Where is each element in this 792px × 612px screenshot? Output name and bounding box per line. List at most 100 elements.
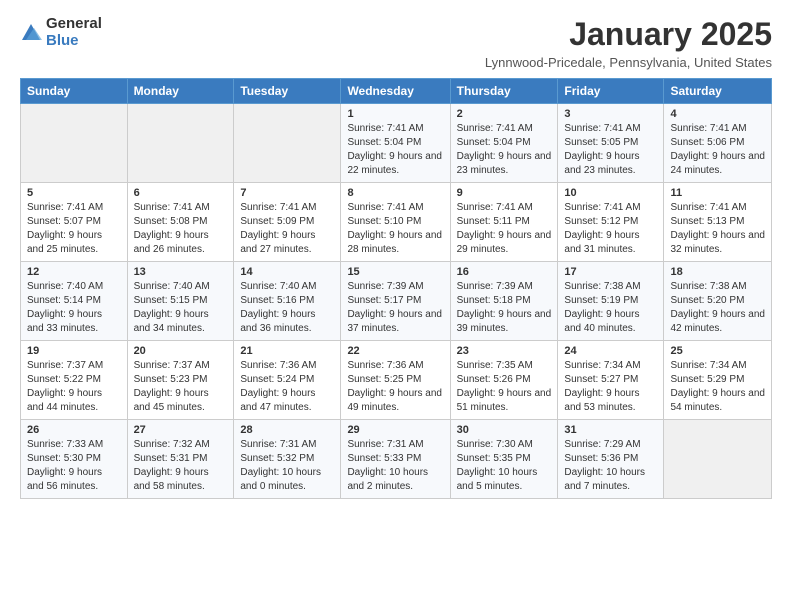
day-info: Sunrise: 7:35 AM Sunset: 5:26 PM Dayligh…: [457, 359, 552, 415]
day-cell: 23Sunrise: 7:35 AM Sunset: 5:26 PM Dayli…: [450, 341, 558, 420]
day-header-tuesday: Tuesday: [234, 79, 341, 104]
day-info: Sunrise: 7:39 AM Sunset: 5:18 PM Dayligh…: [457, 280, 552, 336]
day-header-wednesday: Wednesday: [341, 79, 450, 104]
logo-icon: [20, 22, 42, 44]
day-cell: [127, 104, 234, 183]
title-block: January 2025 Lynnwood-Pricedale, Pennsyl…: [485, 16, 772, 70]
day-number: 6: [134, 187, 228, 199]
day-number: 26: [27, 424, 121, 436]
day-cell: 9 Sunrise: 7:41 AM Sunset: 5:11 PM Daylig…: [450, 183, 558, 262]
day-cell: 5Sunrise: 7:41 AM Sunset: 5:07 PM Daylig…: [21, 183, 128, 262]
day-number: 16: [457, 266, 552, 278]
day-cell: 30 Sunrise: 7:30 AM Sunset: 5:35 PM Dayli…: [450, 420, 558, 499]
day-info: Sunrise: 7:40 AM Sunset: 5:14 PM Dayligh…: [27, 280, 121, 336]
day-info: Sunrise: 7:34 AM Sunset: 5:27 PM Dayligh…: [564, 359, 657, 415]
day-cell: 2 Sunrise: 7:41 AM Sunset: 5:04 PM Daylig…: [450, 104, 558, 183]
day-number: 3: [564, 108, 657, 120]
day-info: Sunrise: 7:37 AM Sunset: 5:23 PM Dayligh…: [134, 359, 228, 415]
day-number: 11: [670, 187, 765, 199]
day-number: 2: [457, 108, 552, 120]
day-cell: 18 Sunrise: 7:38 AM Sunset: 5:20 PM Dayli…: [664, 262, 772, 341]
calendar-page: General Blue January 2025 Lynnwood-Price…: [0, 0, 792, 515]
day-number: 8: [347, 187, 443, 199]
day-cell: 29 Sunrise: 7:31 AM Sunset: 5:33 PM Dayli…: [341, 420, 450, 499]
day-cell: 22Sunrise: 7:36 AM Sunset: 5:25 PM Dayli…: [341, 341, 450, 420]
day-cell: 17 Sunrise: 7:38 AM Sunset: 5:19 PM Dayli…: [558, 262, 664, 341]
day-info: Sunrise: 7:37 AM Sunset: 5:22 PM Dayligh…: [27, 359, 121, 415]
week-row-2: 5Sunrise: 7:41 AM Sunset: 5:07 PM Daylig…: [21, 183, 772, 262]
days-header-row: SundayMondayTuesdayWednesdayThursdayFrid…: [21, 79, 772, 104]
day-info: Sunrise: 7:32 AM Sunset: 5:31 PM Dayligh…: [134, 438, 228, 494]
day-cell: [21, 104, 128, 183]
day-cell: 25Sunrise: 7:34 AM Sunset: 5:29 PM Dayli…: [664, 341, 772, 420]
day-info: Sunrise: 7:38 AM Sunset: 5:19 PM Dayligh…: [564, 280, 657, 336]
week-row-1: 1 Sunrise: 7:41 AM Sunset: 5:04 PM Daylig…: [21, 104, 772, 183]
day-cell: 26 Sunrise: 7:33 AM Sunset: 5:30 PM Dayli…: [21, 420, 128, 499]
logo: General Blue: [20, 16, 102, 49]
day-info: Sunrise: 7:40 AM Sunset: 5:16 PM Dayligh…: [240, 280, 334, 336]
day-number: 28: [240, 424, 334, 436]
logo-text: General Blue: [46, 16, 102, 49]
day-info: Sunrise: 7:30 AM Sunset: 5:35 PM Dayligh…: [457, 438, 552, 494]
day-cell: 31 Sunrise: 7:29 AM Sunset: 5:36 PM Dayli…: [558, 420, 664, 499]
day-info: Sunrise: 7:31 AM Sunset: 5:33 PM Dayligh…: [347, 438, 443, 494]
day-cell: 19Sunrise: 7:37 AM Sunset: 5:22 PM Dayli…: [21, 341, 128, 420]
day-info: Sunrise: 7:41 AM Sunset: 5:11 PM Dayligh…: [457, 201, 552, 257]
day-number: 12: [27, 266, 121, 278]
day-number: 31: [564, 424, 657, 436]
day-info: Sunrise: 7:41 AM Sunset: 5:08 PM Dayligh…: [134, 201, 228, 257]
day-number: 30: [457, 424, 552, 436]
calendar-table: SundayMondayTuesdayWednesdayThursdayFrid…: [20, 78, 772, 499]
day-number: 17: [564, 266, 657, 278]
day-info: Sunrise: 7:41 AM Sunset: 5:12 PM Dayligh…: [564, 201, 657, 257]
day-cell: 10 Sunrise: 7:41 AM Sunset: 5:12 PM Dayli…: [558, 183, 664, 262]
day-info: Sunrise: 7:41 AM Sunset: 5:06 PM Dayligh…: [670, 122, 765, 178]
day-number: 21: [240, 345, 334, 357]
day-info: Sunrise: 7:38 AM Sunset: 5:20 PM Dayligh…: [670, 280, 765, 336]
day-cell: 20 Sunrise: 7:37 AM Sunset: 5:23 PM Dayli…: [127, 341, 234, 420]
day-info: Sunrise: 7:41 AM Sunset: 5:09 PM Dayligh…: [240, 201, 334, 257]
day-info: Sunrise: 7:40 AM Sunset: 5:15 PM Dayligh…: [134, 280, 228, 336]
day-info: Sunrise: 7:36 AM Sunset: 5:25 PM Dayligh…: [347, 359, 443, 415]
location: Lynnwood-Pricedale, Pennsylvania, United…: [485, 55, 772, 70]
day-info: Sunrise: 7:33 AM Sunset: 5:30 PM Dayligh…: [27, 438, 121, 494]
day-info: Sunrise: 7:41 AM Sunset: 5:04 PM Dayligh…: [347, 122, 443, 178]
day-number: 15: [347, 266, 443, 278]
day-header-saturday: Saturday: [664, 79, 772, 104]
day-number: 14: [240, 266, 334, 278]
day-cell: 8 Sunrise: 7:41 AM Sunset: 5:10 PM Daylig…: [341, 183, 450, 262]
day-number: 10: [564, 187, 657, 199]
day-info: Sunrise: 7:41 AM Sunset: 5:04 PM Dayligh…: [457, 122, 552, 178]
day-info: Sunrise: 7:39 AM Sunset: 5:17 PM Dayligh…: [347, 280, 443, 336]
day-cell: 7 Sunrise: 7:41 AM Sunset: 5:09 PM Daylig…: [234, 183, 341, 262]
day-cell: 14 Sunrise: 7:40 AM Sunset: 5:16 PM Dayli…: [234, 262, 341, 341]
day-cell: [664, 420, 772, 499]
day-number: 29: [347, 424, 443, 436]
day-info: Sunrise: 7:41 AM Sunset: 5:10 PM Dayligh…: [347, 201, 443, 257]
day-info: Sunrise: 7:29 AM Sunset: 5:36 PM Dayligh…: [564, 438, 657, 494]
day-header-thursday: Thursday: [450, 79, 558, 104]
day-number: 4: [670, 108, 765, 120]
day-number: 7: [240, 187, 334, 199]
day-cell: 6 Sunrise: 7:41 AM Sunset: 5:08 PM Daylig…: [127, 183, 234, 262]
day-cell: 21 Sunrise: 7:36 AM Sunset: 5:24 PM Dayli…: [234, 341, 341, 420]
day-number: 1: [347, 108, 443, 120]
day-header-sunday: Sunday: [21, 79, 128, 104]
day-cell: 28Sunrise: 7:31 AM Sunset: 5:32 PM Dayli…: [234, 420, 341, 499]
month-title: January 2025: [485, 16, 772, 53]
day-cell: 3 Sunrise: 7:41 AM Sunset: 5:05 PM Daylig…: [558, 104, 664, 183]
day-header-friday: Friday: [558, 79, 664, 104]
day-info: Sunrise: 7:41 AM Sunset: 5:13 PM Dayligh…: [670, 201, 765, 257]
day-info: Sunrise: 7:36 AM Sunset: 5:24 PM Dayligh…: [240, 359, 334, 415]
page-header: General Blue January 2025 Lynnwood-Price…: [20, 16, 772, 70]
day-number: 9: [457, 187, 552, 199]
day-number: 24: [564, 345, 657, 357]
day-cell: 13Sunrise: 7:40 AM Sunset: 5:15 PM Dayli…: [127, 262, 234, 341]
day-info: Sunrise: 7:34 AM Sunset: 5:29 PM Dayligh…: [670, 359, 765, 415]
day-cell: 4 Sunrise: 7:41 AM Sunset: 5:06 PM Daylig…: [664, 104, 772, 183]
day-number: 18: [670, 266, 765, 278]
day-number: 20: [134, 345, 228, 357]
day-cell: 24 Sunrise: 7:34 AM Sunset: 5:27 PM Dayli…: [558, 341, 664, 420]
day-header-monday: Monday: [127, 79, 234, 104]
day-info: Sunrise: 7:41 AM Sunset: 5:05 PM Dayligh…: [564, 122, 657, 178]
